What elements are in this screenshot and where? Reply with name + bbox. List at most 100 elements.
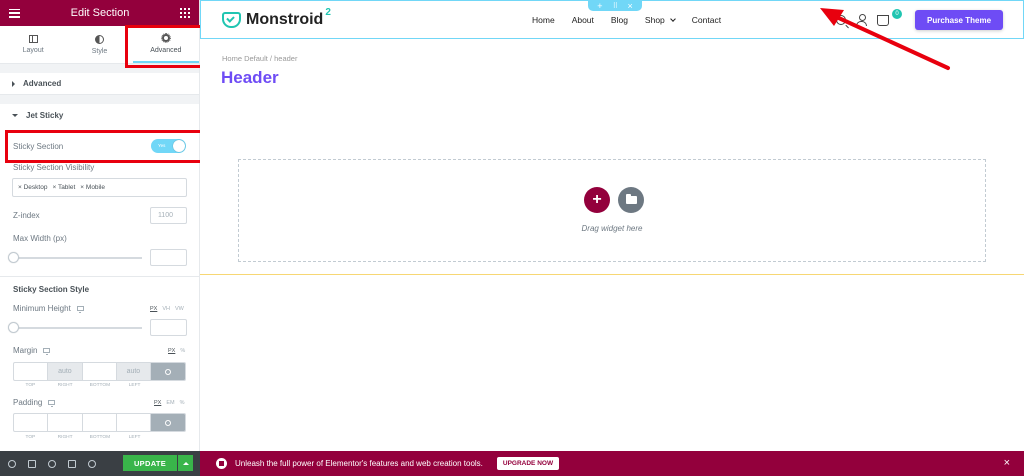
chip-mobile[interactable]: × Mobile: [79, 183, 107, 192]
padding-left-input[interactable]: [117, 414, 151, 431]
margin-left-input[interactable]: auto: [116, 363, 151, 380]
page-title: Header: [221, 68, 279, 87]
panel-header: Edit Section: [0, 0, 199, 26]
desktop-monitor-icon[interactable]: [43, 348, 51, 356]
margin-units: PX %: [168, 348, 185, 354]
padding-top-input[interactable]: [14, 414, 49, 431]
side-label-bottom: BOTTOM: [89, 435, 111, 440]
margin-right-input[interactable]: auto: [48, 363, 83, 380]
nav-home[interactable]: Home: [532, 15, 555, 25]
caret-up-icon: [182, 461, 189, 465]
desktop-monitor-icon[interactable]: [48, 400, 56, 408]
margin-label: Margin: [13, 346, 51, 356]
margin-top-input[interactable]: [14, 363, 49, 380]
max-width-slider[interactable]: [13, 257, 142, 259]
z-index-input[interactable]: 1100: [150, 207, 187, 224]
min-height-input[interactable]: [150, 319, 187, 336]
padding-right-input[interactable]: [48, 414, 83, 431]
margin-inputs: auto auto: [13, 362, 186, 381]
min-height-units: PX VH VW: [150, 306, 184, 312]
min-height-label: Minimum Height: [13, 304, 84, 314]
annotation-arrow: [820, 8, 950, 70]
unit-percent[interactable]: %: [180, 348, 185, 354]
visibility-label: Sticky Section Visibility: [13, 163, 95, 172]
max-width-label: Max Width (px): [13, 234, 67, 243]
drag-section-icon[interactable]: ⠿: [613, 2, 618, 10]
chip-tablet[interactable]: × Tablet: [51, 183, 77, 192]
unit-vh[interactable]: VH: [162, 306, 170, 312]
unit-vw[interactable]: VW: [175, 306, 184, 312]
side-label-left: LEFT: [128, 383, 141, 388]
side-label-right: RIGHT: [57, 383, 73, 388]
padding-inputs: [13, 413, 186, 432]
elementor-logo-icon: [216, 458, 227, 469]
unit-em[interactable]: EM: [166, 400, 174, 406]
editor-panel: Edit Section Layout Style Advanced Advan…: [0, 0, 200, 476]
preview-canvas: Monstroid 2 Home About Blog Shop Contact…: [200, 0, 1024, 451]
tab-style[interactable]: Style: [66, 26, 132, 63]
add-template-button[interactable]: [618, 187, 644, 213]
update-button[interactable]: UPDATE: [123, 455, 177, 471]
delete-section-icon[interactable]: ×: [628, 1, 633, 11]
tab-layout-label: Layout: [22, 47, 44, 54]
padding-text: Padding: [13, 398, 43, 407]
desktop-monitor-icon[interactable]: [76, 306, 84, 314]
min-height-text: Minimum Height: [13, 304, 71, 313]
side-label-top: TOP: [25, 383, 36, 388]
margin-side-labels: TOP RIGHT BOTTOM LEFT: [13, 383, 152, 388]
add-section-icon[interactable]: +: [597, 1, 602, 11]
columns-icon: [28, 35, 38, 43]
widget-drop-zone[interactable]: + Drag widget here: [238, 159, 986, 262]
tab-layout[interactable]: Layout: [0, 26, 66, 63]
nav-shop[interactable]: Shop: [645, 15, 675, 25]
min-height-slider[interactable]: [13, 327, 142, 329]
max-width-input[interactable]: [150, 249, 187, 266]
unit-px[interactable]: PX: [150, 306, 157, 312]
history-icon[interactable]: [48, 459, 56, 468]
layers-icon[interactable]: [28, 459, 36, 468]
settings-gear-icon[interactable]: [8, 459, 16, 468]
visibility-select[interactable]: × Desktop × Tablet × Mobile: [12, 178, 187, 197]
padding-link-button[interactable]: [151, 414, 185, 431]
unit-px[interactable]: PX: [154, 400, 161, 406]
z-index-label: Z-index: [13, 211, 40, 220]
divider: [0, 276, 200, 277]
hamburger-menu-icon[interactable]: [9, 8, 20, 18]
min-height-slider-handle[interactable]: [8, 322, 19, 333]
logo-text: Monstroid: [246, 11, 324, 28]
caret-right-icon: [12, 80, 15, 87]
nav-contact[interactable]: Contact: [692, 15, 721, 25]
unit-px[interactable]: PX: [168, 348, 175, 354]
responsive-mode-icon[interactable]: [68, 459, 76, 468]
chip-desktop[interactable]: × Desktop: [17, 183, 49, 192]
padding-label: Padding: [13, 398, 56, 408]
breadcrumb: Home Default / header: [222, 54, 298, 63]
sticky-style-heading: Sticky Section Style: [13, 285, 90, 294]
add-new-section-button[interactable]: +: [584, 187, 610, 213]
widgets-grid-icon[interactable]: [179, 8, 190, 18]
nav-blog[interactable]: Blog: [611, 15, 628, 25]
unit-percent[interactable]: %: [180, 400, 185, 406]
margin-text: Margin: [13, 346, 38, 355]
drag-widget-text: Drag widget here: [581, 224, 643, 233]
margin-link-button[interactable]: [151, 363, 185, 380]
section-jet-sticky-label: Jet Sticky: [26, 110, 64, 120]
preview-eye-icon[interactable]: [88, 459, 96, 468]
upgrade-now-button[interactable]: UPGRADE NOW: [496, 457, 560, 470]
update-options-button[interactable]: [178, 455, 193, 471]
side-label-left: LEFT: [128, 435, 141, 440]
section-toggle-advanced[interactable]: Advanced: [0, 73, 199, 95]
side-label-top: TOP: [25, 435, 36, 440]
side-label-right: RIGHT: [57, 435, 73, 440]
site-logo[interactable]: Monstroid 2: [222, 7, 331, 29]
padding-bottom-input[interactable]: [83, 414, 117, 431]
close-icon[interactable]: ×: [1004, 457, 1010, 469]
max-width-slider-handle[interactable]: [8, 252, 19, 263]
logo-superscript: 2: [325, 6, 331, 18]
promo-bar: Unleash the full power of Elementor's fe…: [200, 451, 1024, 476]
padding-side-labels: TOP RIGHT BOTTOM LEFT: [13, 435, 152, 440]
margin-bottom-input[interactable]: [83, 363, 117, 380]
nav-about[interactable]: About: [572, 15, 594, 25]
padding-units: PX EM %: [154, 400, 184, 406]
section-toggle-jet-sticky[interactable]: Jet Sticky: [0, 104, 199, 126]
